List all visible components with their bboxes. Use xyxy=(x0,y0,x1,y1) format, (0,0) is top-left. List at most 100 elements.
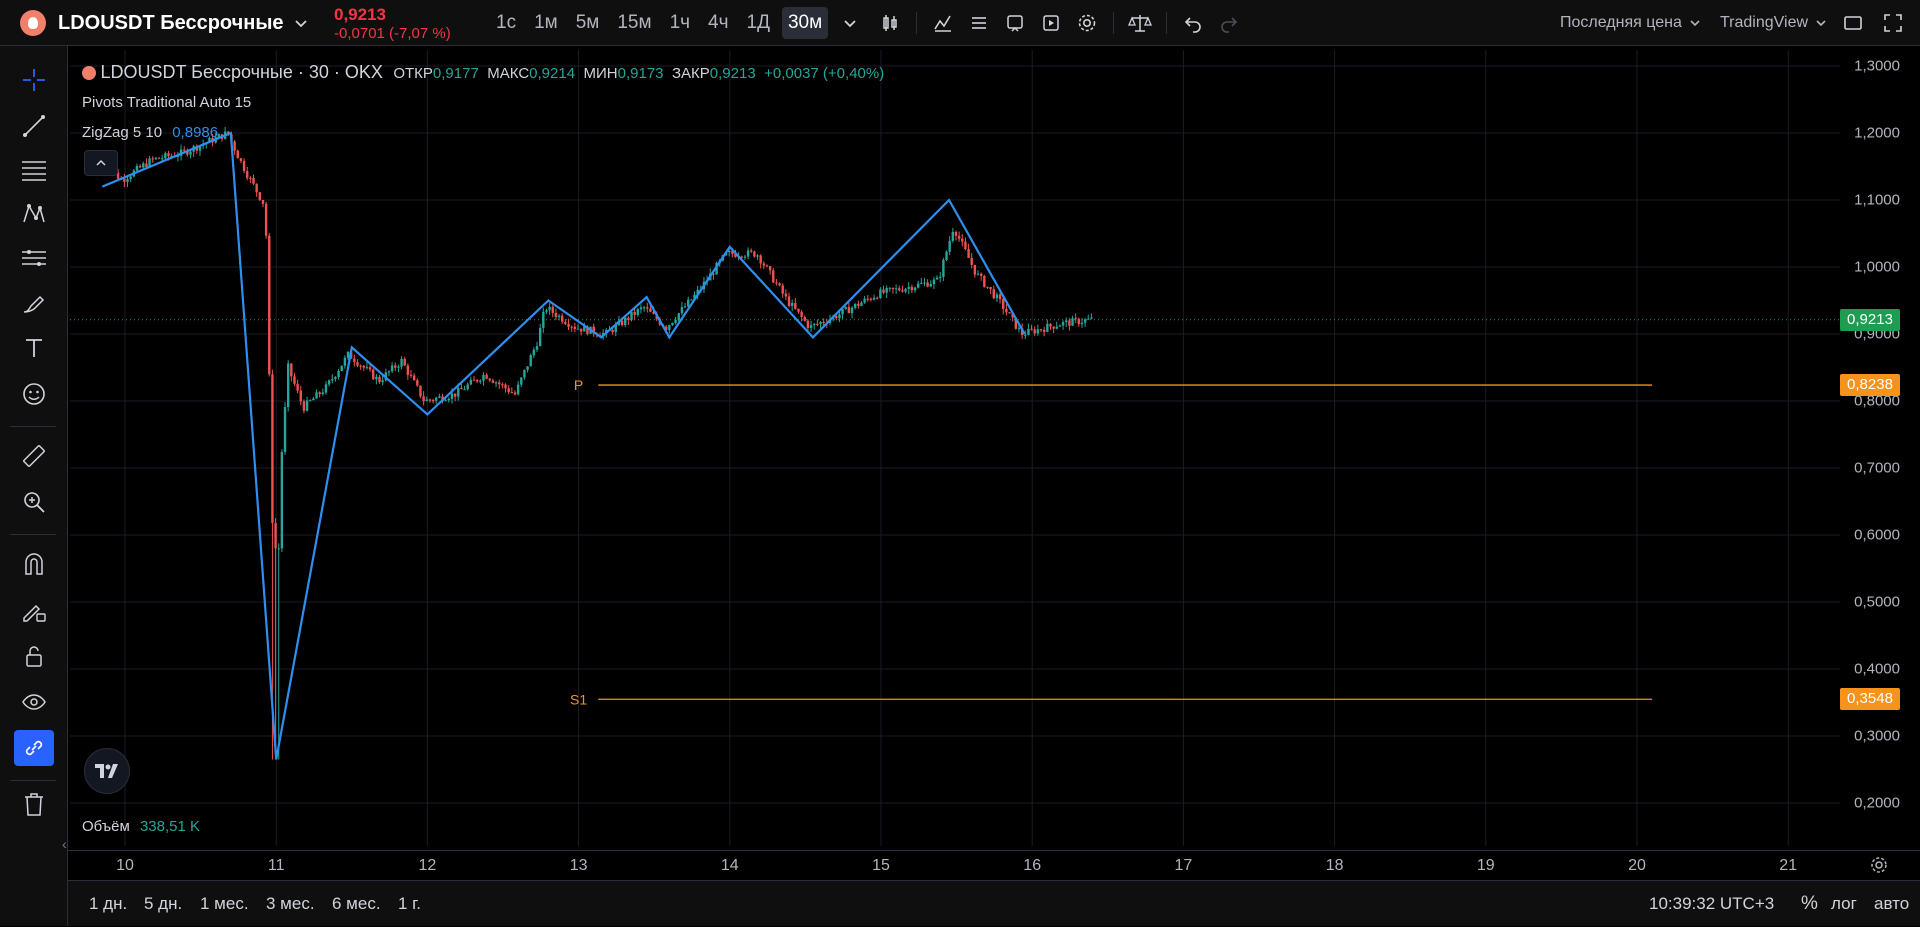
candle-body xyxy=(334,376,337,379)
time-tick-label: 16 xyxy=(1023,857,1042,874)
axis-settings-icon[interactable] xyxy=(1868,854,1890,881)
candle-body xyxy=(803,316,806,321)
candle-body xyxy=(992,289,995,299)
auto-toggle[interactable]: авто xyxy=(1874,881,1909,927)
time-tick-label: 15 xyxy=(872,857,890,874)
candle-body xyxy=(762,263,766,266)
range-1m[interactable]: 1 мес. xyxy=(200,881,249,927)
candle-body xyxy=(620,320,624,325)
candle-body xyxy=(750,250,753,252)
candle-body xyxy=(157,157,161,159)
candle-body xyxy=(838,314,841,319)
candle-body xyxy=(929,284,932,287)
price-axis[interactable]: 1,3000 1,2000 1,1000 1,0000 0,9000 0,8000 0,70… xyxy=(1840,46,1920,850)
candle-body xyxy=(1036,329,1040,334)
chart-legend: LDOUSDT Бессрочные · 30 · OKX ОТКР0,9177… xyxy=(82,62,884,83)
candle-body xyxy=(535,346,539,350)
candle-body xyxy=(1039,329,1043,331)
candle-body xyxy=(772,270,775,283)
candle-body xyxy=(863,298,866,303)
candle-body xyxy=(1087,318,1090,320)
time-tick-label: 17 xyxy=(1174,857,1193,874)
candle-body xyxy=(885,287,888,293)
range-1d[interactable]: 1 дн. xyxy=(89,881,127,927)
candle-body xyxy=(142,163,145,168)
candle-body xyxy=(422,396,425,402)
candle-body xyxy=(683,306,687,308)
candle-body xyxy=(1065,320,1068,322)
pivots-indicator-label[interactable]: Pivots Traditional Auto 15 xyxy=(82,94,251,111)
percent-toggle[interactable]: % xyxy=(1801,881,1818,927)
price-tick-label: 1,2000 xyxy=(1854,124,1900,142)
candle-body xyxy=(375,376,378,380)
candle-body xyxy=(957,235,961,239)
candle-body xyxy=(1005,309,1008,313)
candle-body xyxy=(164,153,167,159)
candle-body xyxy=(557,315,561,317)
candle-body xyxy=(813,323,816,326)
symbol-logo-icon xyxy=(82,66,96,80)
clock[interactable]: 10:39:32 UTC+3 xyxy=(1649,881,1774,927)
candle-body xyxy=(954,231,958,236)
candle-body xyxy=(765,265,769,267)
collapse-legend-button[interactable] xyxy=(84,150,118,176)
candle-body xyxy=(321,392,325,395)
range-5d[interactable]: 5 дн. xyxy=(144,881,182,927)
candle-body xyxy=(841,309,844,315)
time-tick-label: 14 xyxy=(720,857,739,874)
pivot-label-s1: S1 xyxy=(570,691,587,707)
zigzag-indicator[interactable]: ZigZag 5 10 0,8986 xyxy=(82,124,218,141)
zigzag-label: ZigZag 5 10 xyxy=(82,124,163,141)
candle-body xyxy=(847,307,851,314)
candle-body xyxy=(293,376,296,384)
candle-body xyxy=(869,298,873,300)
candle-body xyxy=(1017,328,1021,330)
candle-body xyxy=(1077,318,1081,325)
candle-body xyxy=(627,317,630,320)
candle-body xyxy=(425,399,428,402)
time-axis[interactable]: 10 11 12 13 14 15 16 17 18 19 20 21 xyxy=(68,850,1920,880)
volume-value: 338,51 K xyxy=(139,818,201,835)
candle-body xyxy=(394,365,397,368)
candle-body xyxy=(359,365,362,367)
candle-body xyxy=(579,328,583,332)
tradingview-logo-icon[interactable] xyxy=(84,748,130,794)
candle-body xyxy=(677,313,680,321)
candle-body xyxy=(973,264,977,275)
range-6m[interactable]: 6 мес. xyxy=(332,881,381,927)
candle-body xyxy=(450,393,454,399)
time-tick-label: 19 xyxy=(1476,857,1495,874)
candle-body xyxy=(768,266,772,271)
candle-body xyxy=(860,302,863,306)
range-1y[interactable]: 1 г. xyxy=(398,881,421,927)
legend-change: +0,0037 (+0,40%) xyxy=(764,65,885,82)
log-toggle[interactable]: лог xyxy=(1831,881,1857,927)
candle-body xyxy=(315,392,318,399)
candle-body xyxy=(504,384,507,389)
candle-body xyxy=(671,322,674,326)
pivot-lines: P S1 xyxy=(570,377,1653,707)
candle-body xyxy=(246,171,249,178)
candle-body xyxy=(129,176,132,180)
candle-body xyxy=(1042,329,1046,332)
candle-body xyxy=(494,382,498,384)
candle-body xyxy=(538,327,542,347)
candle-body xyxy=(907,286,910,289)
candle-body xyxy=(126,179,129,182)
candle-body xyxy=(1002,299,1005,310)
candle-body xyxy=(1024,334,1027,336)
time-tick-label: 21 xyxy=(1779,857,1798,874)
candle-body xyxy=(567,323,570,327)
candle-body xyxy=(554,312,558,317)
candle-body xyxy=(1068,320,1071,326)
candle-body xyxy=(485,374,488,379)
candle-body xyxy=(283,407,287,452)
candle-body xyxy=(249,177,252,179)
candle-body xyxy=(160,158,164,160)
candle-body xyxy=(611,329,614,333)
price-chart[interactable]: P S1 xyxy=(0,0,1920,926)
range-3m[interactable]: 3 мес. xyxy=(266,881,315,927)
pivot-s1-price-label: 0,3548 xyxy=(1840,688,1900,711)
candle-body xyxy=(816,323,819,325)
candle-body xyxy=(305,400,309,411)
